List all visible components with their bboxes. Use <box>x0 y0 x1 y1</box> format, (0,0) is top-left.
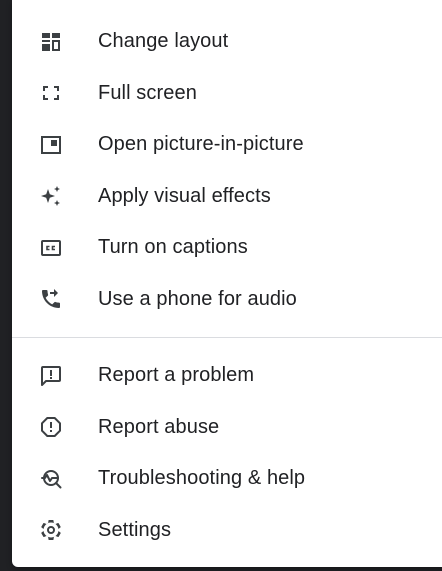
menu-item-label: Report abuse <box>98 415 220 438</box>
menu-item-label: Change layout <box>98 30 229 53</box>
menu-item-report-problem[interactable]: Report a problem <box>12 350 442 402</box>
menu-item-phone-audio[interactable]: Use a phone for audio <box>12 274 442 326</box>
menu-item-label: Apply visual effects <box>98 184 271 207</box>
menu-item-full-screen[interactable]: Full screen <box>12 68 442 120</box>
menu-item-captions[interactable]: Turn on captions <box>12 222 442 274</box>
feedback-icon <box>38 363 64 389</box>
menu-item-label: Full screen <box>98 81 197 104</box>
menu-item-change-layout[interactable]: Change layout <box>12 16 442 68</box>
fullscreen-icon <box>38 80 64 106</box>
menu-item-label: Open picture-in-picture <box>98 133 304 156</box>
menu-divider <box>12 337 442 338</box>
more-options-menu: Change layout Full screen Open picture-i… <box>12 0 442 567</box>
menu-item-label: Troubleshooting & help <box>98 467 306 490</box>
closed-captions-icon <box>38 235 64 261</box>
menu-item-label: Use a phone for audio <box>98 287 297 310</box>
menu-item-troubleshooting[interactable]: Troubleshooting & help <box>12 453 442 505</box>
picture-in-picture-icon <box>38 132 64 158</box>
sparkle-icon <box>38 183 64 209</box>
menu-item-visual-effects[interactable]: Apply visual effects <box>12 171 442 223</box>
change-layout-icon <box>38 29 64 55</box>
menu-item-label: Report a problem <box>98 364 255 387</box>
menu-item-label: Turn on captions <box>98 236 248 259</box>
phone-forwarded-icon <box>38 286 64 312</box>
menu-item-picture-in-picture[interactable]: Open picture-in-picture <box>12 119 442 171</box>
menu-item-label: Settings <box>98 518 172 541</box>
menu-item-report-abuse[interactable]: Report abuse <box>12 402 442 454</box>
menu-item-settings[interactable]: Settings <box>12 505 442 557</box>
report-icon <box>38 414 64 440</box>
gear-icon <box>38 517 64 543</box>
troubleshoot-icon <box>38 466 64 492</box>
